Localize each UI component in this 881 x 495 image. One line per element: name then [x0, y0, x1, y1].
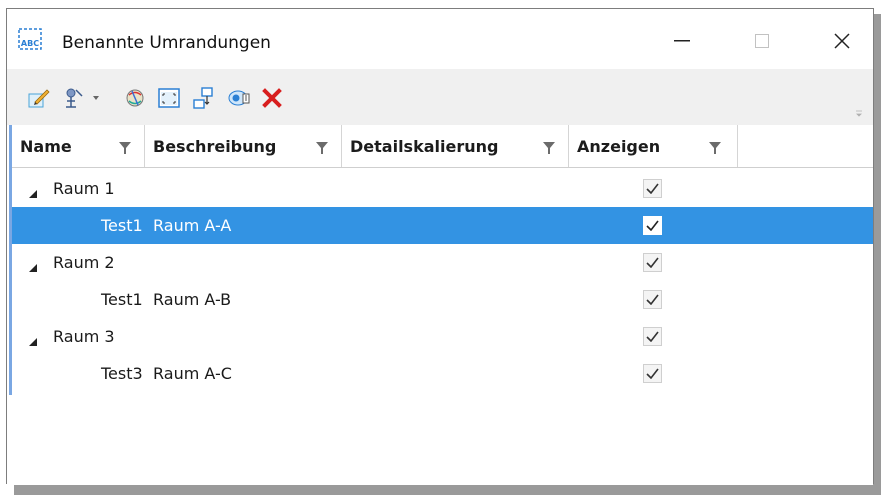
- table-row-group[interactable]: Raum 2: [12, 244, 873, 281]
- group-arrange-icon: [193, 87, 213, 109]
- table-row-group[interactable]: Raum 1: [12, 170, 873, 207]
- render-button[interactable]: [120, 83, 150, 113]
- window-shadow-right: [874, 14, 881, 495]
- grid-header: Name Beschreibung Detailskalierung Anzei…: [12, 125, 873, 168]
- window-shadow-bottom: [14, 484, 881, 495]
- filter-icon[interactable]: [708, 140, 722, 154]
- row-name: Test1: [101, 290, 143, 309]
- overflow-chevron-icon: [856, 110, 862, 117]
- checkmark-icon: [646, 220, 659, 231]
- delete-button[interactable]: [257, 83, 287, 113]
- minimize-icon: [674, 40, 690, 42]
- show-checkbox[interactable]: [643, 253, 662, 272]
- row-name: Test3: [101, 364, 143, 383]
- row-description: Raum A-A: [153, 216, 232, 235]
- show-checkbox[interactable]: [643, 216, 662, 235]
- title-bar[interactable]: ABC Benannte Umrandungen: [7, 9, 873, 69]
- edit-button[interactable]: [24, 83, 54, 113]
- delete-icon: [262, 88, 282, 108]
- filter-icon[interactable]: [118, 140, 132, 154]
- named-boundaries-app-icon: ABC: [17, 27, 43, 51]
- column-header-label: Name: [20, 136, 72, 156]
- column-header-name[interactable]: Name: [12, 125, 145, 167]
- render-sphere-icon: [126, 89, 144, 107]
- checkmark-icon: [646, 257, 659, 268]
- maximize-button[interactable]: [739, 23, 785, 59]
- filter-icon[interactable]: [315, 140, 329, 154]
- show-checkbox[interactable]: [643, 290, 662, 309]
- close-button[interactable]: [819, 23, 865, 59]
- show-checkbox[interactable]: [643, 327, 662, 346]
- fit-view-button[interactable]: [154, 83, 184, 113]
- row-name: Raum 1: [53, 179, 115, 198]
- group-arrange-button[interactable]: [188, 83, 218, 113]
- filter-icon[interactable]: [542, 140, 556, 154]
- checkmark-icon: [646, 368, 659, 379]
- column-header-label: Beschreibung: [153, 136, 277, 156]
- edit-pencil-icon: [28, 89, 50, 108]
- chevron-down-icon: [93, 96, 99, 100]
- svg-text:ABC: ABC: [21, 39, 39, 48]
- maximize-icon: [755, 34, 769, 48]
- expand-triangle-icon[interactable]: [28, 184, 38, 198]
- table-row[interactable]: Test1 Raum A-B: [12, 281, 873, 318]
- window-title: Benannte Umrandungen: [62, 33, 271, 53]
- expand-triangle-icon[interactable]: [28, 258, 38, 272]
- show-checkbox[interactable]: [643, 364, 662, 383]
- checkmark-icon: [646, 183, 659, 194]
- table-row-selected[interactable]: Test1 Raum A-A: [12, 207, 873, 244]
- clip-tool-icon: [66, 88, 83, 108]
- column-header-label: Detailskalierung: [350, 136, 499, 156]
- boundaries-grid: Name Beschreibung Detailskalierung Anzei…: [7, 125, 873, 485]
- info-eye-icon: [228, 90, 250, 106]
- checkmark-icon: [646, 294, 659, 305]
- fit-view-icon: [158, 88, 180, 108]
- table-row-group[interactable]: Raum 3: [12, 318, 873, 355]
- row-name: Raum 2: [53, 253, 115, 272]
- column-header-description[interactable]: Beschreibung: [145, 125, 342, 167]
- close-icon: [834, 33, 850, 49]
- row-description: Raum A-B: [153, 290, 232, 309]
- expand-triangle-icon[interactable]: [28, 332, 38, 346]
- table-row[interactable]: Test3 Raum A-C: [12, 355, 873, 392]
- column-header-show[interactable]: Anzeigen: [569, 125, 738, 167]
- column-header-detail-scale[interactable]: Detailskalierung: [342, 125, 569, 167]
- dialog-window: ABC Benannte Umrandungen Name Beschreibu…: [6, 8, 874, 485]
- toolbar-overflow-button[interactable]: [854, 103, 864, 117]
- clip-tool-dropdown[interactable]: [87, 83, 105, 113]
- clip-tool-button[interactable]: [59, 83, 89, 113]
- checkmark-icon: [646, 331, 659, 342]
- row-description: Raum A-C: [153, 364, 232, 383]
- row-name: Test1: [101, 216, 143, 235]
- show-checkbox[interactable]: [643, 179, 662, 198]
- toolbar: [7, 69, 873, 125]
- column-header-label: Anzeigen: [577, 136, 661, 156]
- info-button[interactable]: [224, 83, 254, 113]
- minimize-button[interactable]: [659, 23, 705, 59]
- row-name: Raum 3: [53, 327, 115, 346]
